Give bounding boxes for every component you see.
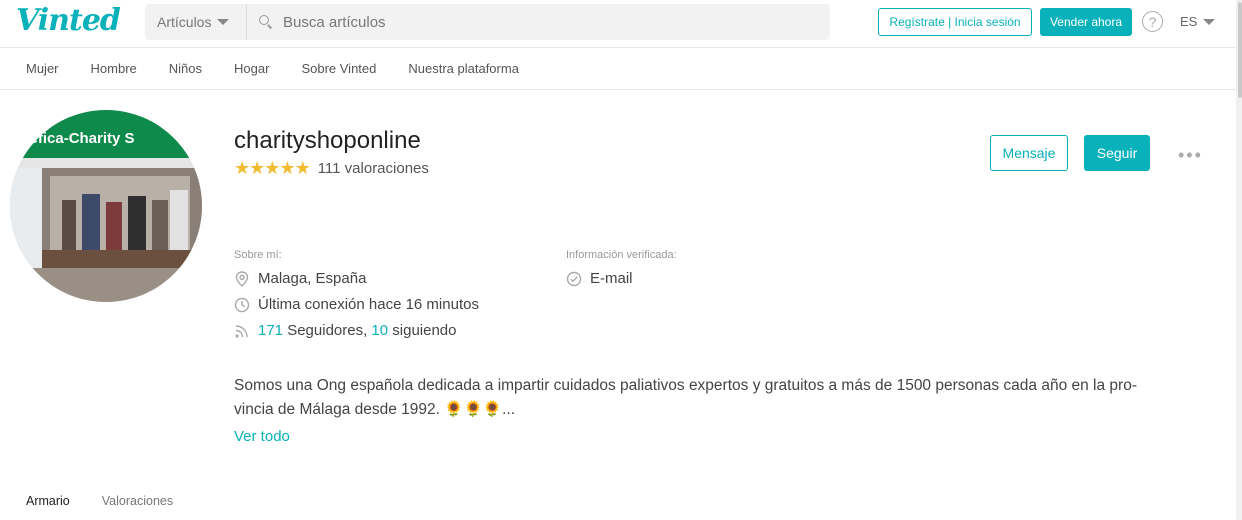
username: charityshoponline (234, 127, 421, 154)
bio-text: Somos una Ong española dedicada a impart… (234, 374, 1194, 422)
help-icon[interactable]: ? (1142, 11, 1163, 32)
chevron-down-icon (1203, 18, 1216, 25)
verified-email-text: E-mail (590, 270, 633, 287)
nav-item-hogar[interactable]: Hogar (234, 61, 269, 76)
search-bar: Artículos (145, 4, 830, 40)
nav-item-nuestra-plataforma[interactable]: Nuestra plataforma (408, 61, 519, 76)
rating-count: 111 valoraciones (317, 160, 429, 177)
last-seen-row: Última conexión hace 16 minutos (234, 296, 479, 313)
language-label: ES (1180, 14, 1198, 29)
scrollbar-thumb[interactable] (1238, 2, 1242, 98)
sell-now-button[interactable]: Vender ahora (1040, 8, 1132, 36)
top-header: Vinted Artículos Regístrate | Inicia ses… (0, 0, 1242, 48)
category-select-label: Artículos (157, 14, 212, 30)
category-select[interactable]: Artículos (145, 4, 247, 40)
avatar-banner-text: enéfica-Charity S (12, 130, 135, 147)
chevron-down-icon (217, 19, 230, 25)
following-count-link[interactable]: 10 (371, 322, 388, 339)
nav-item-mujer[interactable]: Mujer (26, 61, 59, 76)
search-input[interactable] (283, 13, 803, 31)
avatar: enéfica-Charity S (10, 110, 202, 302)
check-circle-icon (566, 271, 582, 287)
star-icon: ★ (279, 158, 295, 178)
nav-item-hombre[interactable]: Hombre (91, 61, 137, 76)
see-all-link[interactable]: Ver todo (234, 428, 290, 445)
register-login-button[interactable]: Regístrate | Inicia sesión (878, 8, 1032, 36)
about-label: Sobre mí: (234, 249, 282, 261)
location-text: Malaga, España (258, 270, 367, 287)
nav-item-ninos[interactable]: Niños (169, 61, 202, 76)
rss-icon (234, 323, 250, 339)
verified-email-row: E-mail (566, 270, 633, 287)
nav-item-sobre-vinted[interactable]: Sobre Vinted (301, 61, 376, 76)
rating[interactable]: ★ ★ ★ ★ ★ 111 valoraciones (234, 158, 429, 179)
vinted-logo[interactable]: Vinted (16, 3, 121, 38)
star-icon: ★ (294, 158, 311, 178)
followers-row: 171 Seguidores, 10 siguiendo (234, 322, 457, 339)
search-icon (259, 15, 273, 29)
tab-valoraciones[interactable]: Valoraciones (102, 494, 173, 508)
location-pin-icon (234, 270, 250, 287)
last-seen-text: Última conexión hace 16 minutos (258, 296, 479, 313)
follow-button[interactable]: Seguir (1084, 135, 1150, 171)
tab-armario[interactable]: Armario (26, 494, 70, 508)
category-nav: Mujer Hombre Niños Hogar Sobre Vinted Nu… (0, 48, 1236, 90)
star-icon: ★ (249, 158, 265, 178)
bio-line-2: vincia de Málaga desde 1992. 🌻🌻🌻... (234, 401, 516, 418)
followers-label: Seguidores, (283, 322, 372, 339)
bio-line-1: Somos una Ong española dedicada a impart… (234, 377, 1137, 394)
language-select[interactable]: ES (1180, 14, 1216, 29)
followers-count-link[interactable]: 171 (258, 322, 283, 339)
star-icon: ★ (264, 158, 280, 178)
verified-label: Información verificada: (566, 249, 677, 261)
search-area (247, 4, 830, 40)
clock-icon (234, 297, 250, 313)
message-button[interactable]: Mensaje (990, 135, 1068, 171)
following-label: siguiendo (388, 322, 457, 339)
star-icon: ★ (234, 158, 250, 178)
profile-tabs: Armario Valoraciones (26, 494, 205, 508)
location-row: Malaga, España (234, 270, 366, 287)
more-options-icon[interactable]: ••• (1178, 145, 1203, 166)
